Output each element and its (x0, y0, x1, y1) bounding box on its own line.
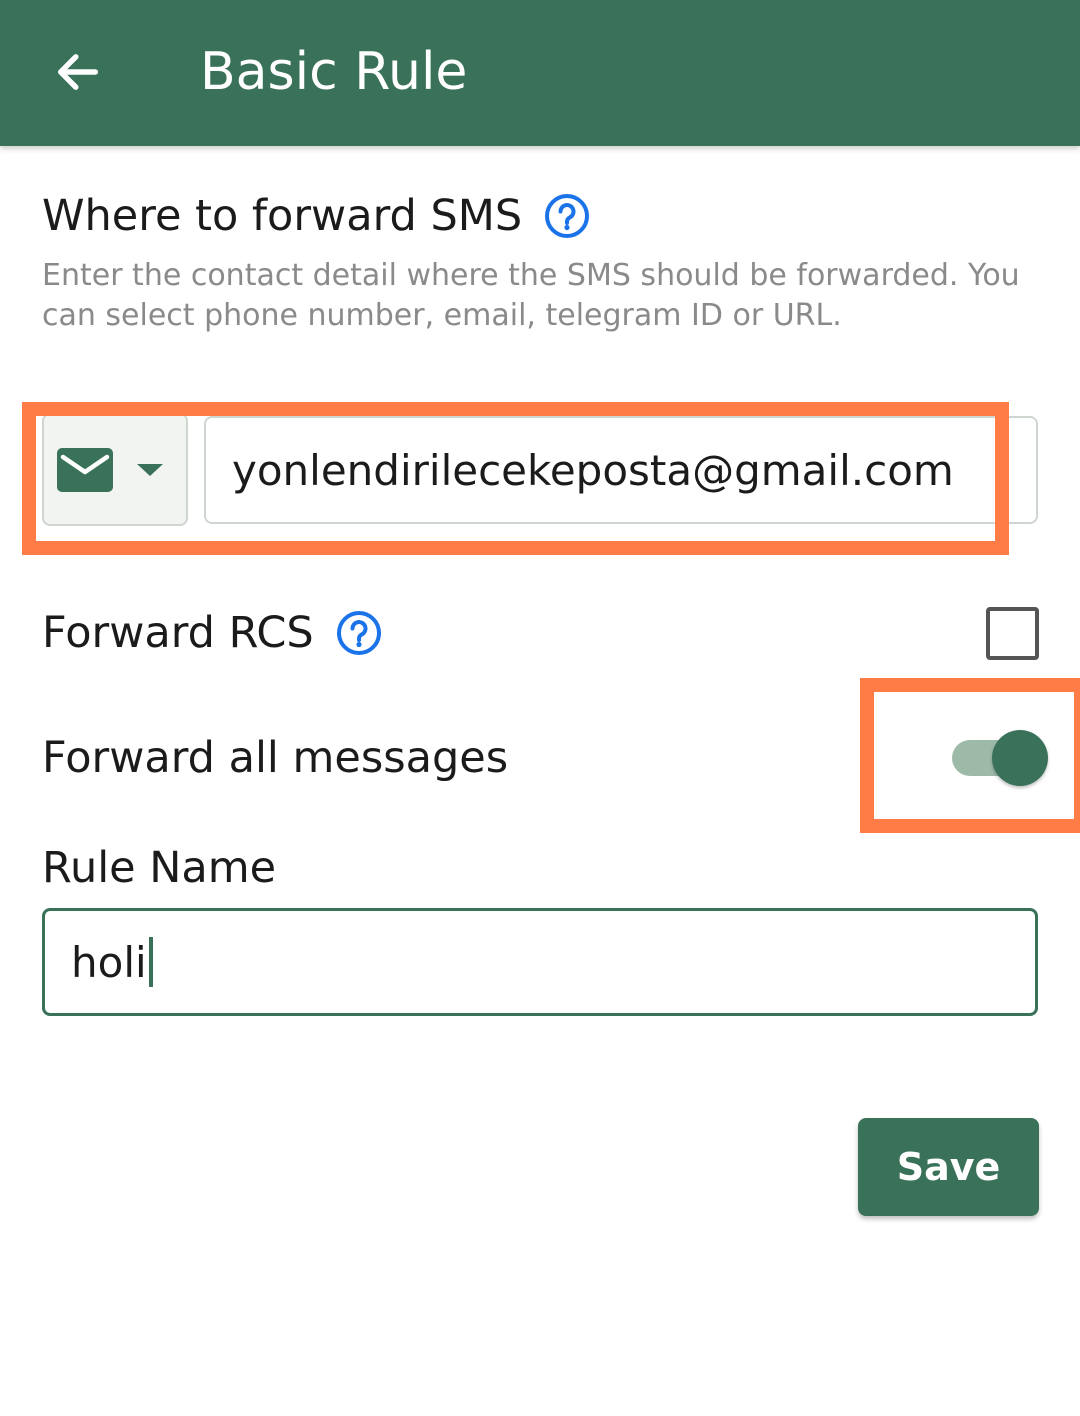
toggle-thumb (992, 730, 1048, 786)
rule-name-value: holi (71, 937, 147, 987)
rule-name-label: Rule Name (42, 843, 277, 893)
dropdown-arrow-icon (137, 463, 163, 476)
app-bar: Basic Rule (0, 0, 1080, 146)
back-button[interactable] (42, 36, 114, 108)
forward-all-label: Forward all messages (42, 733, 509, 783)
forward-rcs-row: Forward RCS (42, 603, 382, 663)
forward-all-toggle[interactable] (952, 728, 1048, 788)
forward-section-label: Where to forward SMS (42, 191, 523, 241)
destination-type-dropdown[interactable] (42, 413, 188, 526)
destination-input[interactable]: yonlendirilecekeposta@gmail.com (204, 416, 1038, 524)
rule-name-input[interactable]: holi (42, 908, 1038, 1016)
forward-rcs-checkbox[interactable] (986, 607, 1039, 660)
page-title: Basic Rule (200, 42, 468, 102)
text-cursor (148, 937, 153, 987)
help-circle-icon[interactable] (544, 193, 590, 239)
forward-description: Enter the contact detail where the SMS s… (42, 258, 1020, 333)
destination-value: yonlendirilecekeposta@gmail.com (232, 445, 954, 495)
help-circle-icon[interactable] (336, 610, 382, 656)
arrow-left-icon (57, 54, 99, 90)
forward-rcs-label: Forward RCS (42, 608, 314, 658)
mail-icon (57, 447, 113, 492)
forward-section-title: Where to forward SMS (42, 186, 590, 246)
save-button[interactable]: Save (858, 1118, 1039, 1216)
